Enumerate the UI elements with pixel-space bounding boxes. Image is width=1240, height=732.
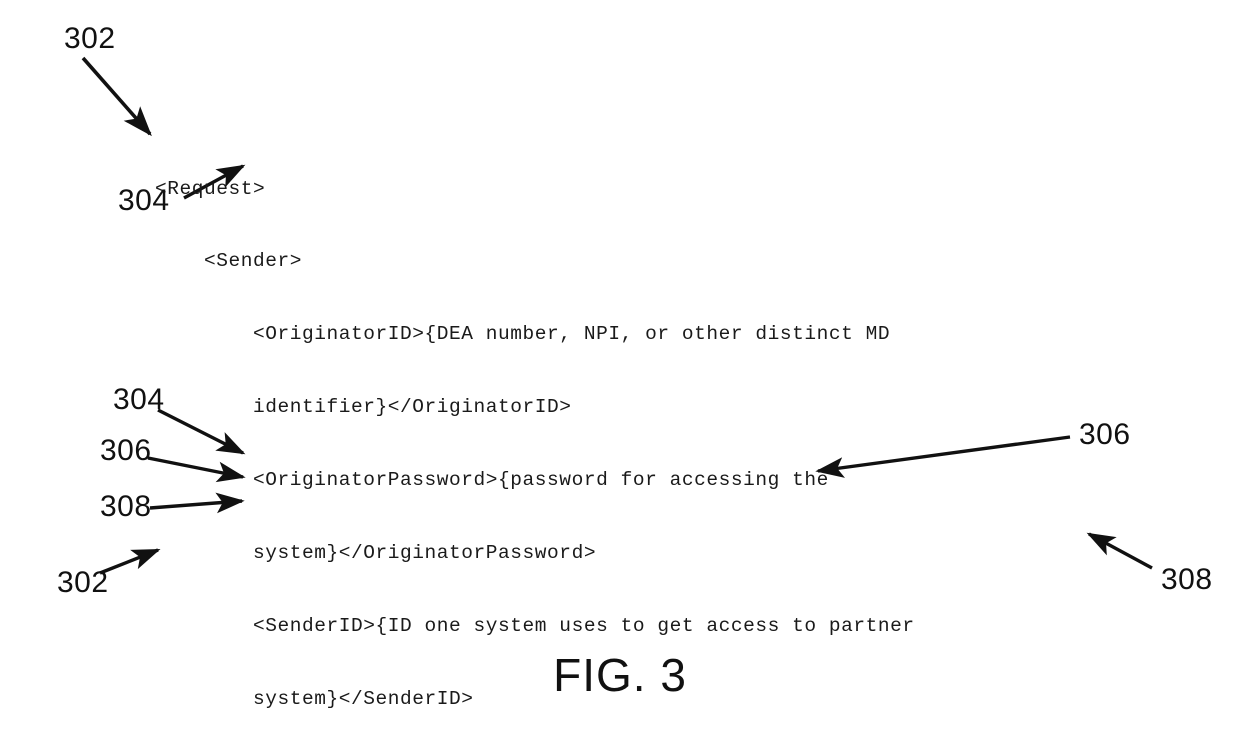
reference-numeral-304-top: 304 bbox=[118, 184, 170, 217]
code-line: <OriginatorID>{DEA number, NPI, or other… bbox=[155, 323, 891, 346]
code-line: <Request> bbox=[155, 177, 266, 200]
reference-numeral-306-left: 306 bbox=[100, 434, 152, 467]
leader-line-302-top bbox=[81, 56, 152, 137]
code-line: <SenderID>{ID one system uses to get acc… bbox=[155, 614, 915, 637]
reference-numeral-308-left: 308 bbox=[100, 490, 152, 523]
reference-numeral-306-right: 306 bbox=[1079, 418, 1131, 451]
code-line: system}</OriginatorPassword> bbox=[155, 542, 597, 565]
code-line: <OriginatorPassword>{password for access… bbox=[155, 469, 829, 492]
leader-line-308-right bbox=[1086, 532, 1153, 570]
patent-figure: <Request> <Sender> <OriginatorID>{DEA nu… bbox=[0, 0, 1240, 732]
xml-code-block: <Request> <Sender> <OriginatorID>{DEA nu… bbox=[155, 128, 927, 732]
figure-caption: FIG. 3 bbox=[553, 649, 687, 701]
reference-numeral-302-top: 302 bbox=[64, 22, 116, 55]
reference-numeral-308-right: 308 bbox=[1161, 563, 1213, 596]
code-line: identifier}</OriginatorID> bbox=[155, 396, 572, 419]
reference-numeral-302-bottom: 302 bbox=[57, 566, 109, 599]
code-line: <Sender> bbox=[155, 250, 303, 273]
reference-numeral-304-bottom: 304 bbox=[113, 383, 165, 416]
leader-line-302-bottom bbox=[99, 548, 161, 575]
